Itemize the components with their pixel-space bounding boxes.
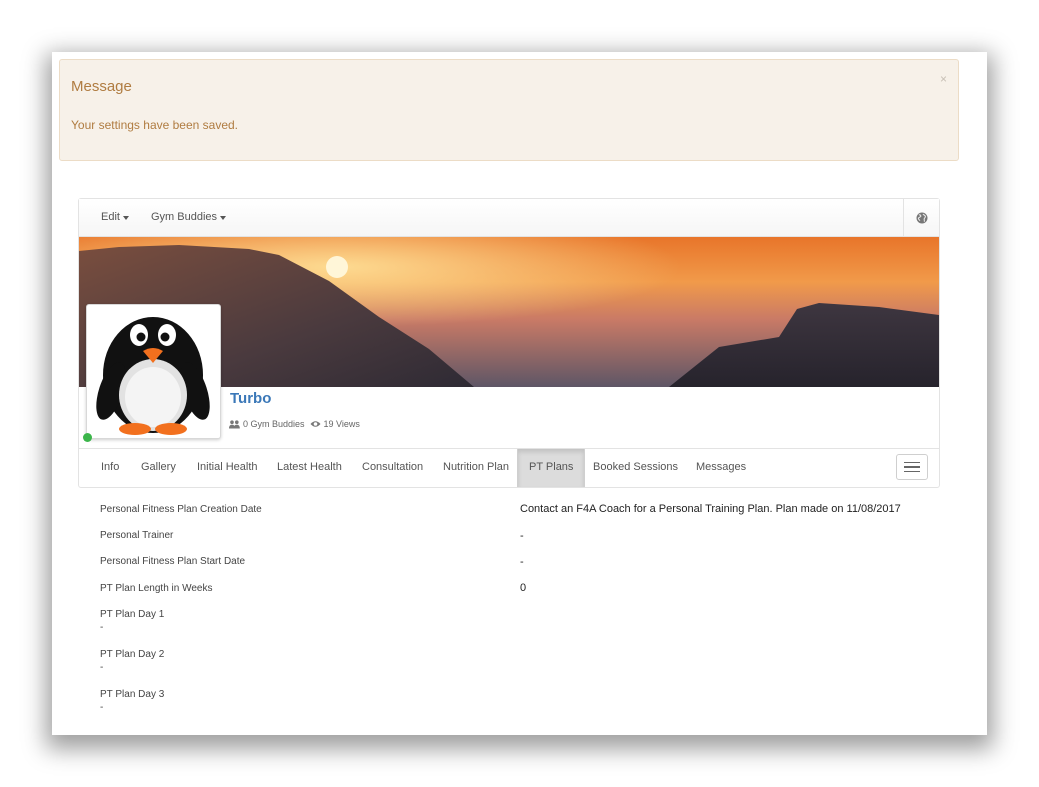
tab-gallery[interactable]: Gallery [130,449,187,487]
plan-day-2-value: - [100,662,104,673]
gym-buddies-menu[interactable]: Gym Buddies [151,211,227,223]
gym-buddies-menu-label: Gym Buddies [151,211,218,223]
profile-tabs: Info Gallery Initial Health Latest Healt… [79,448,939,488]
plan-length-value: 0 [520,582,527,594]
profile-name[interactable]: Turbo [230,390,271,407]
page-container: Message Your settings have been saved. ×… [52,52,987,735]
plan-day-2-label: PT Plan Day 2 [100,649,165,660]
menu-toggle-button[interactable] [896,454,928,480]
edit-menu[interactable]: Edit [101,211,129,223]
tab-booked-sessions[interactable]: Booked Sessions [582,449,689,487]
tab-pt-plans[interactable]: PT Plans [517,449,586,487]
creation-date-label: Personal Fitness Plan Creation Date [100,504,262,515]
globe-button[interactable] [903,199,939,236]
tab-consultation[interactable]: Consultation [351,449,434,487]
alert-message: Message Your settings have been saved. × [59,59,959,161]
profile-top-nav: Edit Gym Buddies [79,199,939,237]
trainer-value: - [520,530,524,542]
alert-title: Message [71,78,132,95]
tab-messages[interactable]: Messages [685,449,757,487]
eye-icon [310,421,321,427]
tab-nutrition-plan[interactable]: Nutrition Plan [432,449,520,487]
tab-latest-health[interactable]: Latest Health [266,449,353,487]
views-count: 19 Views [323,419,360,429]
profile-stats: 0 Gym Buddies 19 Views [229,419,360,429]
start-date-value: - [520,556,524,568]
plan-day-1-value: - [100,622,104,633]
plan-day-1-label: PT Plan Day 1 [100,609,165,620]
globe-icon [916,212,927,223]
tab-info[interactable]: Info [90,449,130,487]
alert-close-button[interactable]: × [940,72,947,86]
caret-down-icon [122,215,129,220]
plan-day-3-value: - [100,702,104,713]
caret-down-icon [220,215,227,220]
start-date-label: Personal Fitness Plan Start Date [100,556,246,567]
users-icon [229,419,240,428]
gym-buddies-count: 0 Gym Buddies [243,419,305,429]
menu-bar-icon [904,470,920,473]
menu-bar-icon [904,461,920,464]
creation-date-value: Contact an F4A Coach for a Personal Trai… [520,503,901,515]
menu-bar-icon [904,466,920,468]
profile-panel: Edit Gym Buddies Turbo 0 Gym Buddies 19 … [78,198,940,488]
edit-menu-label: Edit [101,211,120,223]
plan-length-label: PT Plan Length in Weeks [100,583,213,594]
alert-text: Your settings have been saved. [71,118,239,132]
plan-day-3-label: PT Plan Day 3 [100,689,165,700]
penguin-avatar-icon [96,317,210,435]
online-status-dot [83,433,92,442]
tab-initial-health[interactable]: Initial Health [186,449,269,487]
profile-avatar[interactable] [86,304,221,439]
trainer-label: Personal Trainer [100,530,174,541]
